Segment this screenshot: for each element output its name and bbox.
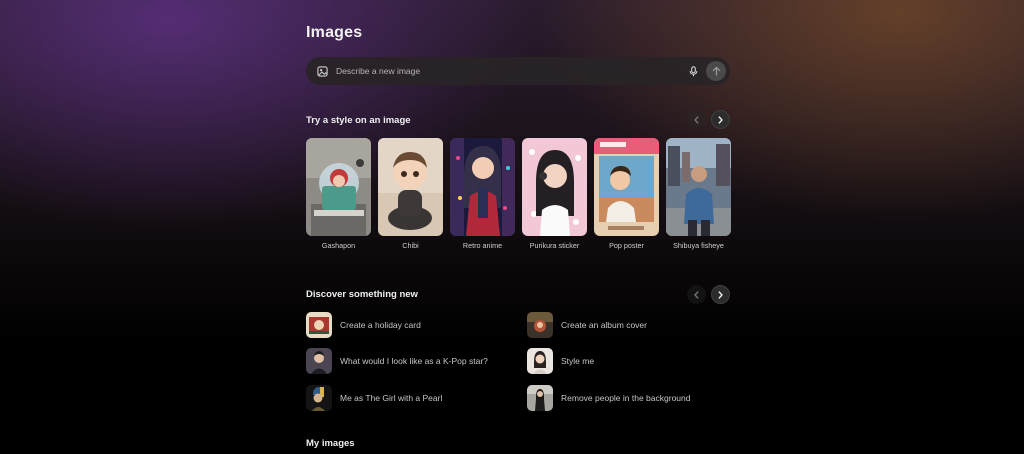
discover-item-label: What would I look like as a K-Pop star? bbox=[340, 356, 488, 366]
style-card-gashapon[interactable]: Gashapon bbox=[306, 138, 371, 250]
style-card-purikura-sticker[interactable]: Purikura sticker bbox=[522, 138, 587, 250]
arrow-up-icon bbox=[712, 66, 720, 76]
discover-item-style-me[interactable]: Style me bbox=[527, 348, 737, 374]
image-add-icon[interactable] bbox=[316, 65, 328, 77]
style-card-pop-poster[interactable]: Pop poster bbox=[594, 138, 659, 250]
style-thumbnail bbox=[450, 138, 515, 236]
discover-item-girl-with-pearl[interactable]: Me as The Girl with a Pearl bbox=[306, 385, 516, 411]
send-button[interactable] bbox=[706, 61, 726, 81]
style-thumbnail bbox=[594, 138, 659, 236]
style-label: Gashapon bbox=[321, 241, 356, 250]
styles-next-button[interactable] bbox=[711, 110, 730, 129]
discover-item-label: Remove people in the background bbox=[561, 393, 691, 403]
style-thumbnail bbox=[666, 138, 731, 236]
style-thumbnail bbox=[306, 138, 371, 236]
chevron-right-icon bbox=[718, 290, 723, 299]
image-prompt-input[interactable] bbox=[334, 65, 686, 77]
styles-section-title: Try a style on an image bbox=[306, 115, 411, 126]
discover-item-album-cover[interactable]: Create an album cover bbox=[527, 312, 737, 338]
discover-item-kpop-star[interactable]: What would I look like as a K-Pop star? bbox=[306, 348, 516, 374]
style-carousel: Gashapon Chibi Retro anime Purikura stic… bbox=[306, 138, 731, 258]
microphone-icon[interactable] bbox=[686, 64, 700, 78]
discover-thumbnail bbox=[306, 385, 332, 411]
discover-item-label: Create an album cover bbox=[561, 320, 647, 330]
discover-thumbnail bbox=[527, 385, 553, 411]
style-thumbnail bbox=[378, 138, 443, 236]
discover-thumbnail bbox=[306, 348, 332, 374]
chevron-left-icon bbox=[694, 115, 699, 124]
style-label: Retro anime bbox=[462, 241, 503, 250]
discover-thumbnail bbox=[527, 312, 553, 338]
style-card-chibi[interactable]: Chibi bbox=[378, 138, 443, 250]
my-images-title: My images bbox=[306, 438, 355, 449]
style-label: Pop poster bbox=[609, 241, 644, 250]
discover-next-button[interactable] bbox=[711, 285, 730, 304]
styles-prev-button[interactable] bbox=[687, 110, 706, 129]
page-title: Images bbox=[306, 24, 363, 41]
discover-item-remove-people[interactable]: Remove people in the background bbox=[527, 385, 737, 411]
style-label: Shibuya fisheye bbox=[673, 241, 724, 250]
chevron-left-icon bbox=[694, 290, 699, 299]
style-card-retro-anime[interactable]: Retro anime bbox=[450, 138, 515, 250]
style-thumbnail bbox=[522, 138, 587, 236]
discover-section-title: Discover something new bbox=[306, 289, 418, 300]
discover-thumbnail bbox=[527, 348, 553, 374]
discover-item-label: Me as The Girl with a Pearl bbox=[340, 393, 443, 403]
chevron-right-icon bbox=[718, 115, 723, 124]
discover-prev-button[interactable] bbox=[687, 285, 706, 304]
style-label: Chibi bbox=[402, 241, 419, 250]
style-label: Purikura sticker bbox=[529, 241, 580, 250]
discover-thumbnail bbox=[306, 312, 332, 338]
discover-item-label: Create a holiday card bbox=[340, 320, 421, 330]
image-prompt-bar bbox=[306, 57, 730, 85]
discover-item-label: Style me bbox=[561, 356, 595, 366]
style-card-shibuya-fisheye[interactable]: Shibuya fisheye bbox=[666, 138, 731, 250]
discover-item-holiday-card[interactable]: Create a holiday card bbox=[306, 312, 516, 338]
